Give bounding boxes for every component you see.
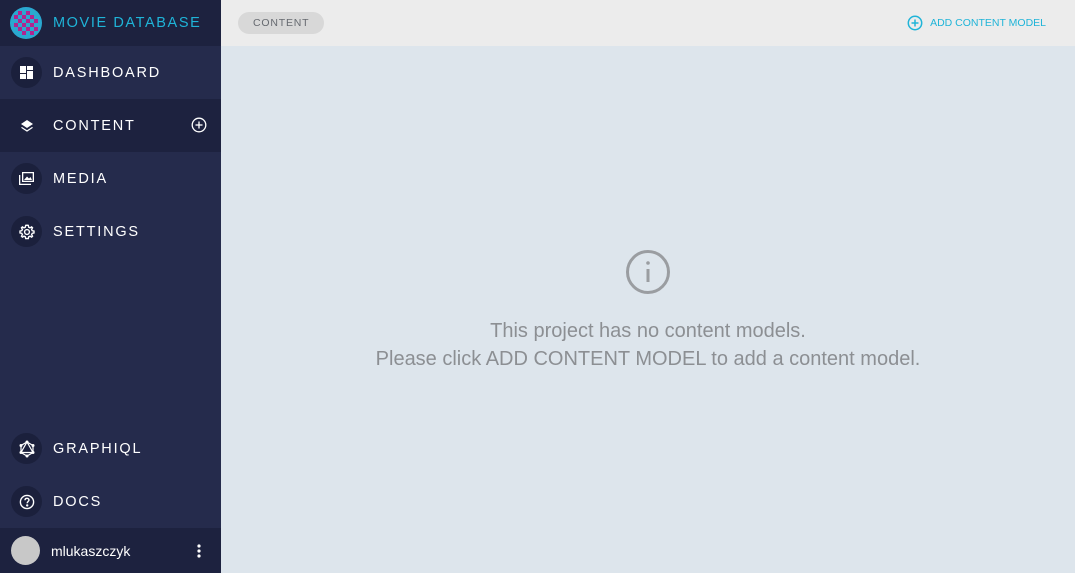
help-icon	[11, 486, 42, 517]
photo-library-icon	[11, 163, 42, 194]
sidebar-item-label: MEDIA	[53, 170, 108, 187]
sidebar-item-label: SETTINGS	[53, 223, 140, 240]
sidebar-item-docs[interactable]: DOCS	[0, 475, 221, 528]
brand-logo-icon	[10, 7, 42, 39]
sidebar-item-media[interactable]: MEDIA	[0, 152, 221, 205]
add-content-model-label: ADD CONTENT MODEL	[930, 17, 1046, 29]
top-bar: CONTENT ADD CONTENT MODEL	[221, 0, 1075, 46]
empty-state-hint: Please click ADD CONTENT MODEL to add a …	[375, 348, 921, 370]
user-bar: mlukaszczyk	[0, 528, 221, 573]
info-icon	[625, 249, 671, 295]
sidebar-item-label: GRAPHIQL	[53, 440, 143, 457]
sidebar-item-label: DASHBOARD	[53, 64, 162, 81]
empty-state-message: This project has no content models.	[490, 320, 806, 342]
brand-header[interactable]: MOVIE DATABASE	[0, 0, 221, 46]
more-vert-icon[interactable]	[191, 541, 207, 561]
brand-title: MOVIE DATABASE	[53, 15, 202, 31]
add-content-model-button[interactable]: ADD CONTENT MODEL	[907, 15, 1046, 31]
graphql-icon	[11, 433, 42, 464]
sidebar-item-settings[interactable]: SETTINGS	[0, 205, 221, 258]
sidebar-item-dashboard[interactable]: DASHBOARD	[0, 46, 221, 99]
layers-icon	[11, 110, 42, 141]
username: mlukaszczyk	[51, 542, 131, 559]
add-content-icon[interactable]	[189, 115, 209, 135]
dashboard-icon	[11, 57, 42, 88]
main-content: This project has no content models. Plea…	[221, 46, 1075, 573]
sidebar-item-graphiql[interactable]: GRAPHIQL	[0, 422, 221, 475]
add-circle-icon	[907, 15, 923, 31]
sidebar-item-label: CONTENT	[53, 117, 136, 134]
sidebar: MOVIE DATABASE DASHBOARD CONTENT MEDIA S…	[0, 0, 221, 573]
avatar[interactable]	[11, 536, 40, 565]
sidebar-item-label: DOCS	[53, 493, 103, 510]
breadcrumb[interactable]: CONTENT	[238, 12, 325, 34]
gear-icon	[11, 216, 42, 247]
sidebar-item-content[interactable]: CONTENT	[0, 99, 221, 152]
